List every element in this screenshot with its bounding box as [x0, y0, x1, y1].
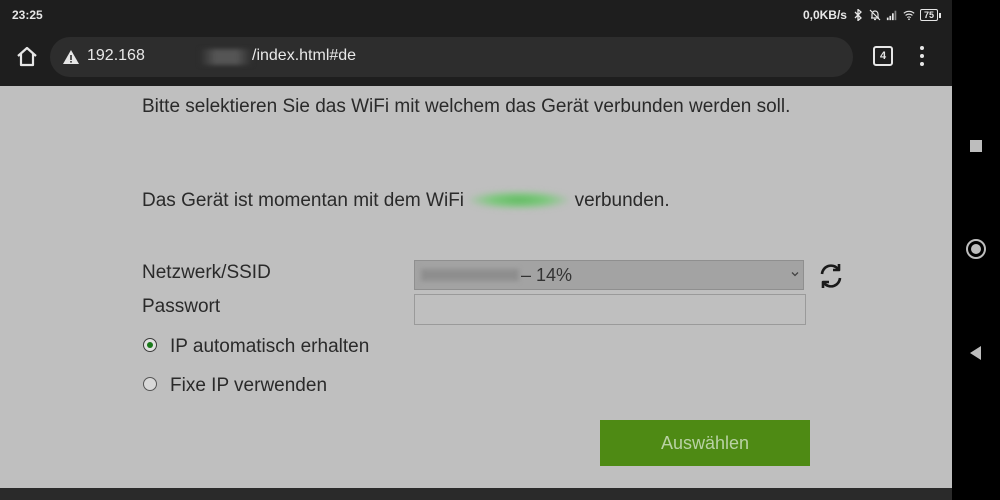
- recents-icon[interactable]: [970, 140, 982, 152]
- radio-ip-automatic[interactable]: [143, 338, 157, 352]
- url-host: 192.168: [87, 47, 145, 64]
- password-input[interactable]: [414, 294, 806, 325]
- home-nav-icon[interactable]: [966, 239, 986, 259]
- radio-ip-fixed[interactable]: [143, 377, 157, 391]
- back-icon[interactable]: [970, 346, 981, 360]
- browser-toolbar: 192.168 /index.html#de 4: [0, 30, 952, 86]
- connected-suffix: verbunden.: [569, 190, 670, 211]
- connected-text: Das Gerät ist momentan mit dem WiFi verb…: [142, 190, 670, 212]
- bluetooth-icon: [854, 9, 862, 21]
- url-redacted: [200, 49, 252, 65]
- select-wifi-button[interactable]: Auswählen: [600, 420, 810, 466]
- ssid-select[interactable]: – 14%: [414, 260, 804, 290]
- ssid-redacted: [421, 269, 519, 281]
- signal-icon: [886, 10, 897, 21]
- android-nav-bar: [952, 0, 1000, 500]
- status-time: 23:25: [12, 8, 43, 22]
- web-page: Bitte selektieren Sie das WiFi mit welch…: [0, 86, 952, 488]
- connected-prefix: Das Gerät ist momentan mit dem WiFi: [142, 190, 470, 211]
- refresh-icon[interactable]: [815, 260, 847, 292]
- browser-bottom-bar: [0, 488, 952, 500]
- address-bar[interactable]: 192.168 /index.html#de: [50, 37, 853, 77]
- wifi-icon: [903, 10, 915, 21]
- radio-ip-automatic-label[interactable]: IP automatisch erhalten: [170, 336, 369, 358]
- warning-icon[interactable]: [62, 49, 80, 65]
- status-bar: 23:25 0,0KB/s 75: [0, 0, 952, 30]
- home-icon[interactable]: [14, 44, 40, 70]
- chevron-down-icon: [791, 272, 799, 277]
- connected-wifi-redacted: [469, 191, 570, 209]
- ssid-label: Netzwerk/SSID: [142, 262, 271, 283]
- mute-bell-icon: [869, 9, 881, 21]
- password-label: Passwort: [142, 296, 221, 317]
- more-menu-icon[interactable]: [918, 46, 926, 68]
- radio-ip-fixed-label[interactable]: Fixe IP verwenden: [170, 375, 327, 397]
- network-speed: 0,0KB/s: [802, 8, 847, 22]
- url-path: /index.html#de: [252, 47, 357, 64]
- status-icons: 0,0KB/s 75: [802, 8, 942, 22]
- ssid-value: – 14%: [521, 265, 573, 285]
- battery-icon: 75: [919, 9, 942, 21]
- intro-text: Bitte selektieren Sie das WiFi mit welch…: [142, 96, 791, 117]
- tabs-icon[interactable]: 4: [873, 46, 893, 66]
